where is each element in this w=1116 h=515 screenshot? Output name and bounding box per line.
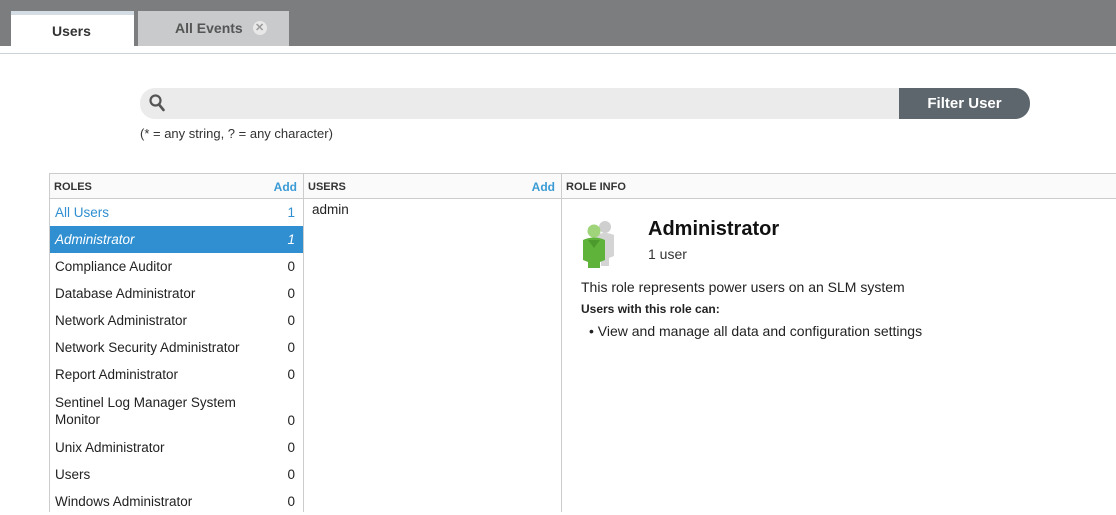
tab-bar: Users All Events ✕ bbox=[0, 0, 1116, 46]
tab-users[interactable]: Users bbox=[11, 11, 134, 46]
close-icon[interactable]: ✕ bbox=[252, 20, 267, 35]
users-header-label: USERS bbox=[308, 181, 346, 193]
role-count: 0 bbox=[287, 259, 295, 274]
role-count: 0 bbox=[287, 440, 295, 455]
tab-divider bbox=[0, 46, 1116, 54]
role-count: 1 bbox=[287, 232, 295, 247]
role-count: 0 bbox=[287, 313, 295, 328]
role-item-slm-system-monitor[interactable]: Sentinel Log Manager System Monitor 0 bbox=[50, 388, 303, 434]
role-name: Unix Administrator bbox=[55, 440, 165, 455]
tab-all-events[interactable]: All Events ✕ bbox=[138, 11, 289, 46]
role-count: 0 bbox=[287, 467, 295, 482]
roles-header-label: ROLES bbox=[54, 181, 92, 193]
role-count: 0 bbox=[287, 340, 295, 355]
role-item-report-administrator[interactable]: Report Administrator 0 bbox=[50, 361, 303, 388]
role-permissions-label: Users with this role can: bbox=[581, 302, 720, 316]
role-name: Network Security Administrator bbox=[55, 340, 240, 355]
role-info-header: ROLE INFO bbox=[562, 173, 1116, 199]
role-name: Report Administrator bbox=[55, 367, 179, 382]
role-user-count: 1 user bbox=[648, 246, 687, 262]
roles-header: ROLES Add bbox=[50, 173, 303, 199]
role-count: 0 bbox=[287, 494, 295, 509]
role-name: All Users bbox=[55, 205, 110, 220]
filter-user-button[interactable]: Filter User bbox=[899, 88, 1030, 119]
role-count: 0 bbox=[287, 367, 295, 382]
search-input[interactable] bbox=[174, 92, 898, 116]
role-count: 0 bbox=[287, 286, 295, 301]
role-item-compliance-auditor[interactable]: Compliance Auditor 0 bbox=[50, 253, 303, 280]
roles-panel: ROLES Add All Users 1 Administrator 1 Co… bbox=[49, 173, 304, 512]
role-item-windows-administrator[interactable]: Windows Administrator 0 bbox=[50, 488, 303, 515]
role-name: Users bbox=[55, 467, 91, 482]
role-item-network-administrator[interactable]: Network Administrator 0 bbox=[50, 307, 303, 334]
users-panel: USERS Add admin bbox=[304, 173, 562, 512]
role-item-users[interactable]: Users 0 bbox=[50, 461, 303, 488]
role-item-unix-administrator[interactable]: Unix Administrator 0 bbox=[50, 434, 303, 461]
role-item-network-security-administrator[interactable]: Network Security Administrator 0 bbox=[50, 334, 303, 361]
add-role-button[interactable]: Add bbox=[274, 174, 297, 200]
add-user-button[interactable]: Add bbox=[532, 174, 555, 200]
role-count: 0 bbox=[287, 413, 295, 428]
role-name: Sentinel Log Manager System Monitor bbox=[55, 395, 236, 427]
role-name: Database Administrator bbox=[55, 286, 196, 301]
role-description: This role represents power users on an S… bbox=[581, 279, 905, 295]
search-bar: Filter User bbox=[140, 88, 1030, 119]
role-name: Administrator bbox=[55, 232, 135, 247]
role-item-administrator[interactable]: Administrator 1 bbox=[50, 226, 303, 253]
role-name: Windows Administrator bbox=[55, 494, 193, 509]
role-item-all-users[interactable]: All Users 1 bbox=[50, 199, 303, 226]
tab-label: Users bbox=[52, 23, 91, 39]
users-header: USERS Add bbox=[304, 173, 561, 199]
role-count: 1 bbox=[287, 205, 295, 220]
role-name: Network Administrator bbox=[55, 313, 188, 328]
role-title: Administrator bbox=[648, 218, 780, 240]
tab-label: All Events bbox=[175, 20, 243, 36]
role-name: Compliance Auditor bbox=[55, 259, 173, 274]
user-group-icon bbox=[583, 221, 614, 268]
search-icon bbox=[149, 94, 165, 112]
role-permission-item: • View and manage all data and configura… bbox=[589, 323, 923, 339]
role-info-panel: ROLE INFO Administrator 1 user This role… bbox=[562, 173, 1116, 512]
user-item[interactable]: admin bbox=[304, 199, 561, 221]
role-item-database-administrator[interactable]: Database Administrator 0 bbox=[50, 280, 303, 307]
role-info-header-label: ROLE INFO bbox=[566, 181, 626, 193]
search-hint: (* = any string, ? = any character) bbox=[140, 126, 333, 141]
